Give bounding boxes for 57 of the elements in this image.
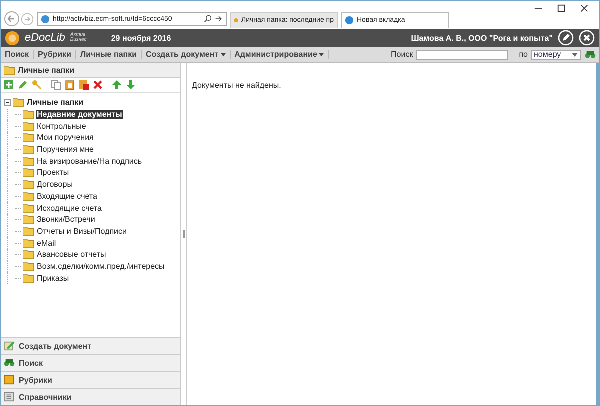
- site-icon: [234, 16, 238, 25]
- tree-item[interactable]: На визирование/На подпись: [36, 156, 144, 166]
- search-type-dropdown[interactable]: номеру: [531, 50, 581, 60]
- search-icon[interactable]: [204, 15, 212, 23]
- splitter-handle[interactable]: [182, 230, 184, 238]
- search-label: Поиск: [391, 50, 414, 59]
- binoculars-icon: [4, 358, 15, 368]
- pencil-icon[interactable]: [558, 30, 574, 46]
- maximize-icon[interactable]: [557, 4, 566, 13]
- user-name: Шамова А. В., ООО "Рога и копыта": [411, 34, 553, 42]
- tree-item[interactable]: Поручения мне: [36, 145, 95, 154]
- tree-item[interactable]: Входящие счета: [36, 192, 98, 201]
- tree-item[interactable]: Недавние документы: [36, 110, 124, 120]
- collapse-icon[interactable]: [4, 99, 11, 106]
- date-text: 29 ноября 2016: [111, 34, 172, 42]
- caret-icon: [572, 52, 578, 58]
- tree-item[interactable]: Авансовые отчеты: [36, 250, 108, 260]
- accordion-section[interactable]: Поиск: [1, 354, 180, 371]
- down-arrow-icon[interactable]: [126, 80, 136, 90]
- clipboard-icon[interactable]: [65, 80, 75, 90]
- accordion-section[interactable]: Создать документ: [1, 337, 180, 354]
- key-icon[interactable]: [32, 80, 42, 90]
- tree-item[interactable]: Исходящие счета: [36, 204, 103, 213]
- menu-item[interactable]: Личные папки: [76, 50, 142, 59]
- tree-item[interactable]: Контрольные: [36, 122, 88, 131]
- up-arrow-icon[interactable]: [112, 80, 122, 90]
- tree-item[interactable]: Отчеты и Визы/Подписи: [36, 226, 128, 236]
- tree-item[interactable]: Звонки/Встречи: [36, 215, 96, 224]
- document-icon: [4, 341, 15, 351]
- menu-item[interactable]: Создать документ: [142, 50, 231, 59]
- accordion-section[interactable]: Справочники: [1, 388, 180, 405]
- tree-item[interactable]: Мои поручения: [36, 133, 95, 142]
- delete-icon[interactable]: [93, 80, 103, 90]
- search-field[interactable]: [416, 50, 508, 60]
- logo-icon: [5, 30, 20, 46]
- plus-icon[interactable]: [4, 80, 14, 90]
- close-icon[interactable]: [580, 4, 589, 13]
- logo-text: eDocLib: [25, 32, 66, 44]
- empty-message: Документы не найдены.: [192, 81, 282, 90]
- arrow-right-icon[interactable]: [215, 15, 223, 23]
- menu-item[interactable]: Рубрики: [34, 50, 76, 59]
- tree-item[interactable]: Личные папки: [26, 98, 85, 108]
- tree-item[interactable]: eMail: [36, 238, 58, 248]
- menu-item[interactable]: Администрирование: [230, 50, 330, 59]
- panel-title-text: Личные папки: [18, 66, 75, 74]
- paste-icon[interactable]: [79, 80, 89, 90]
- accordion-section[interactable]: Рубрики: [1, 371, 180, 388]
- book-icon: [4, 392, 15, 402]
- tree-item[interactable]: Проекты: [36, 168, 70, 178]
- tree-item[interactable]: Приказы: [36, 274, 70, 283]
- menu-item[interactable]: Поиск: [1, 50, 34, 59]
- copy-icon[interactable]: [51, 80, 61, 90]
- search-by-label: по: [519, 50, 528, 59]
- tree-item[interactable]: Возм.сделки/комм.пред./интересы: [36, 262, 166, 271]
- tree-item[interactable]: Договоры: [36, 180, 74, 190]
- binoculars-icon[interactable]: [585, 50, 596, 60]
- back-icon[interactable]: [4, 11, 20, 27]
